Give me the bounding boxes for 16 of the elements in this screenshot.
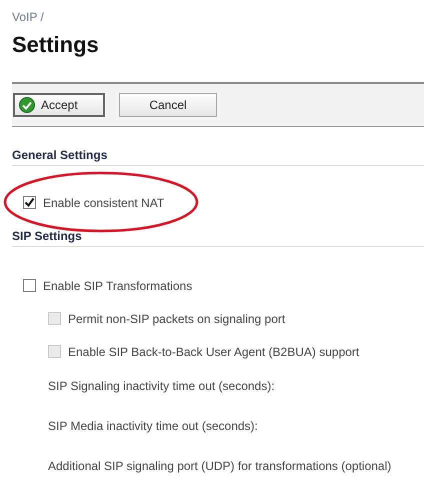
page-title: Settings — [12, 32, 100, 58]
checkmark-icon — [19, 97, 35, 113]
accept-button[interactable]: Accept — [13, 93, 105, 117]
section-heading: General Settings — [12, 127, 424, 166]
checkbox[interactable] — [23, 196, 36, 209]
field-label: SIP Signaling inactivity time out (seconds): — [48, 379, 275, 393]
cancel-button[interactable]: Cancel — [119, 93, 217, 117]
checkbox-label: Enable SIP Transformations — [43, 278, 192, 292]
checkbox-label: Enable consistent NAT — [43, 196, 164, 210]
checkbox[interactable] — [23, 279, 36, 292]
section-heading: SIP Settings — [12, 219, 424, 247]
checkbox-label: Permit non-SIP packets on signaling port — [68, 312, 286, 326]
checkbox-label: Enable SIP Back-to-Back User Agent (B2BUA) support — [68, 344, 360, 358]
breadcrumb[interactable]: VoIP / — [12, 10, 424, 24]
field-label: SIP Media inactivity time out (seconds): — [48, 419, 258, 433]
field-label: Additional SIP signaling port (UDP) for transformations (optional) — [48, 459, 392, 473]
